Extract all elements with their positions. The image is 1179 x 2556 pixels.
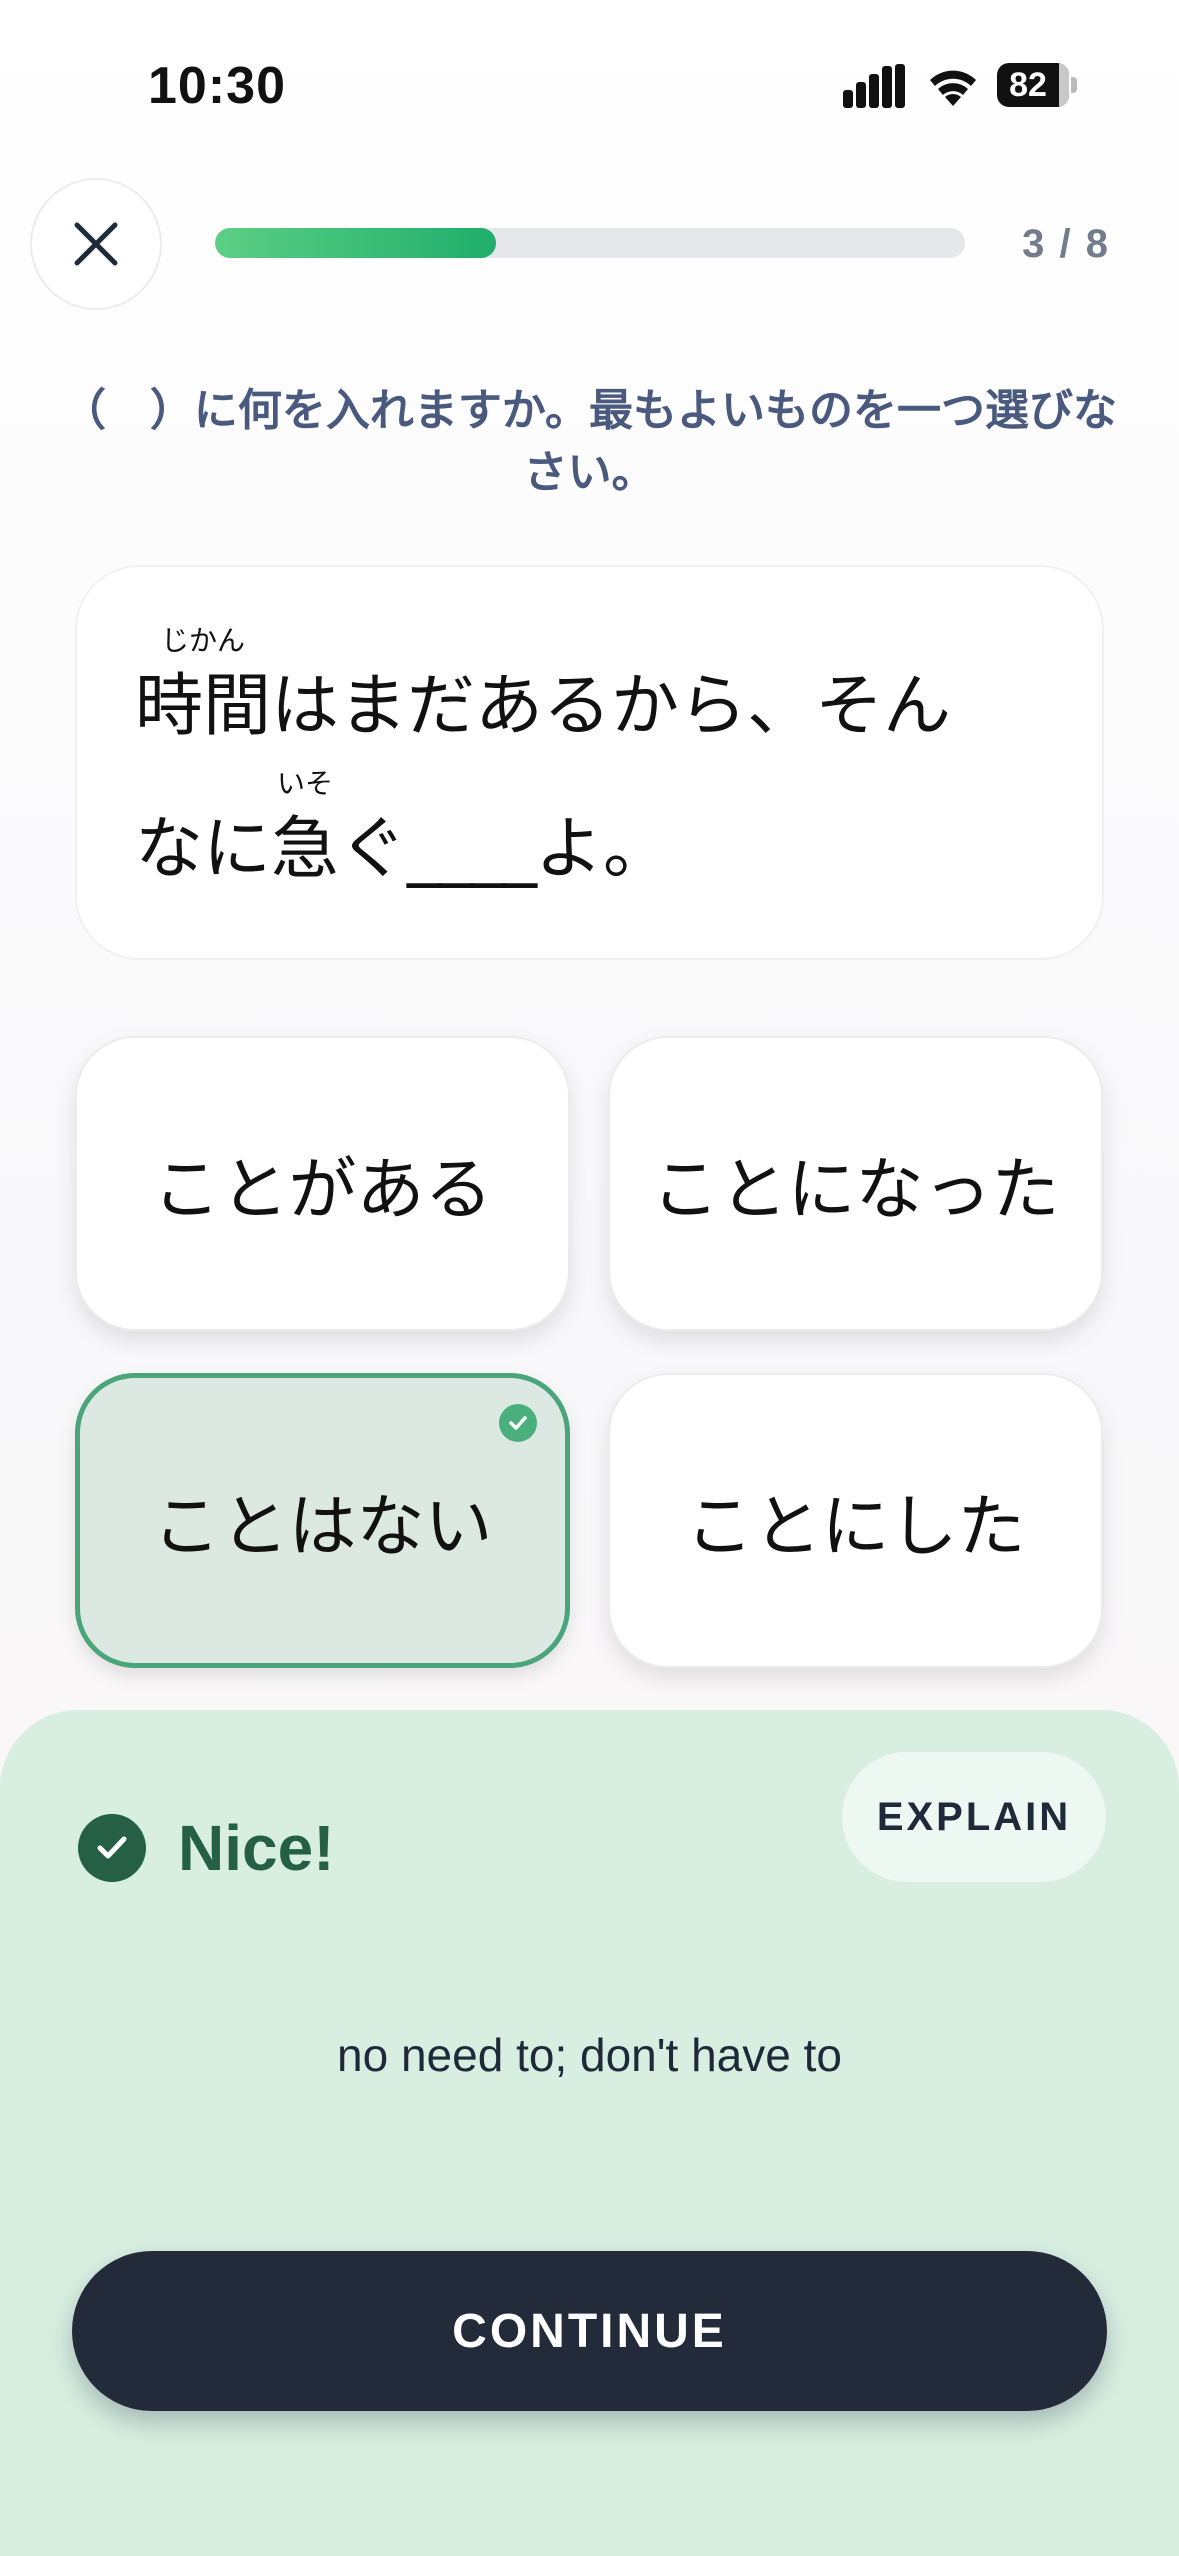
answer-meaning: no need to; don't have to <box>337 2029 842 2081</box>
option-button[interactable]: ことがある <box>75 1036 570 1331</box>
wifi-icon <box>930 70 976 106</box>
battery-icon: 82 <box>997 63 1077 107</box>
battery-body: 82 <box>997 63 1069 107</box>
option-button[interactable]: ことになった <box>608 1036 1103 1331</box>
furigana: いそ <box>277 767 334 800</box>
progress-fill <box>215 228 497 258</box>
progress-bar <box>215 228 965 258</box>
question-instruction: （ ）に何を入れますか。最もよいものを一つ選びなさい。 <box>61 385 1118 498</box>
status-time: 10:30 <box>148 57 286 115</box>
question-card: じかん時間はまだあるから、そん なに いそ急ぐ____よ。 <box>75 565 1104 960</box>
battery-cap <box>1071 77 1077 93</box>
sentence-text: よ。 <box>535 810 672 889</box>
answer-blank: ____ <box>407 810 537 889</box>
continue-button[interactable]: CONTINUE <box>72 2251 1107 2411</box>
explain-button[interactable]: EXPLAIN <box>842 1752 1106 1882</box>
battery-percentage: 82 <box>1009 66 1047 104</box>
check-circle-icon <box>78 1814 146 1882</box>
kanji-word: いそ急 <box>271 768 340 890</box>
sentence-line-1: じかん時間はまだあるから、そん <box>135 625 952 747</box>
option-label: ことはない <box>152 1488 493 1567</box>
close-icon <box>74 222 118 266</box>
selected-check-icon <box>499 1404 537 1442</box>
battery-empty-portion <box>1059 63 1069 107</box>
sentence-line-2: なに いそ急ぐ____よ。 <box>135 768 672 890</box>
option-label: ことがある <box>152 1151 493 1230</box>
kanji-text: 時間 <box>135 667 272 746</box>
sentence-text: はまだあるから、そん <box>271 667 952 746</box>
sentence-text: ぐ <box>339 810 408 889</box>
furigana: じかん <box>161 624 246 657</box>
progress-count: 3 / 8 <box>1022 222 1110 266</box>
sentence-text: なに <box>135 810 272 889</box>
option-label: ことになった <box>651 1151 1060 1230</box>
option-button[interactable]: ことにした <box>608 1373 1103 1668</box>
status-bar: 10:30 82 <box>0 0 1179 170</box>
feedback-panel: Nice! EXPLAIN no need to; don't have to … <box>0 1710 1179 2556</box>
signal-icon <box>843 64 905 108</box>
option-button-selected[interactable]: ことはない <box>75 1373 570 1668</box>
close-button[interactable] <box>30 178 162 310</box>
kanji-word: じかん 時間 <box>135 625 272 747</box>
kanji-text: 急 <box>271 810 340 889</box>
feedback-title: Nice! <box>178 1812 335 1884</box>
option-label: ことにした <box>685 1488 1026 1567</box>
